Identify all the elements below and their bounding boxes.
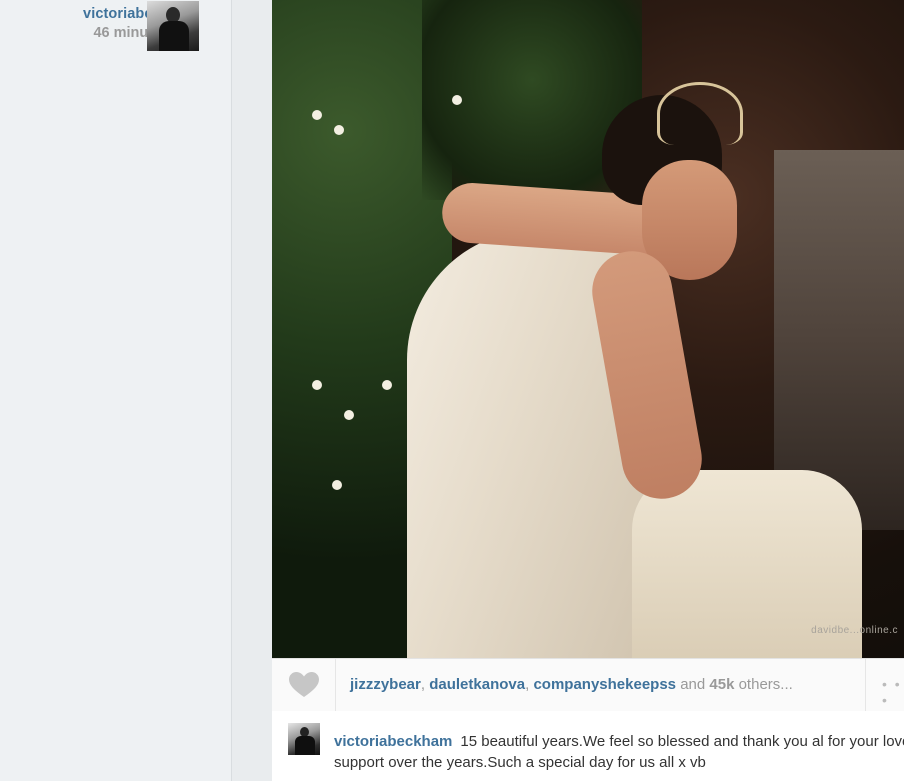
photo-flower — [332, 480, 342, 490]
liker-link[interactable]: companyshekeepss — [533, 676, 676, 693]
photo-watermark: davidbe...online.c — [811, 625, 898, 636]
liker-link[interactable]: dauletkanova — [429, 676, 525, 693]
likes-count[interactable]: 45k — [709, 676, 734, 693]
caption-row: victoriabeckham 15 beautiful years.We fee… — [272, 711, 904, 781]
liker-separator: , — [525, 676, 530, 693]
photo-flower — [334, 125, 344, 135]
likes-summary: jizzzybear, dauletkanova, companyshekeep… — [350, 676, 793, 693]
likes-bar: jizzzybear, dauletkanova, companyshekeep… — [272, 658, 904, 712]
photo-flower — [312, 380, 322, 390]
caption-avatar-body — [295, 736, 315, 755]
author-avatar[interactable] — [147, 1, 199, 51]
liker-separator: , — [420, 676, 426, 693]
liker-link[interactable]: jizzzybear — [350, 676, 421, 693]
post-photo[interactable]: davidbe...online.c — [272, 0, 904, 658]
likes-and-word: and — [680, 676, 706, 693]
photo-flower — [312, 110, 322, 120]
likes-divider-left — [335, 659, 336, 711]
likes-others-link[interactable]: others... — [739, 676, 793, 693]
likes-divider-right — [865, 659, 866, 711]
photo-flower — [382, 380, 392, 390]
avatar-figure-body — [159, 21, 189, 51]
caption-avatar[interactable] — [288, 723, 320, 755]
photo-flower — [452, 95, 462, 105]
left-column: victoriabeckham 46 minutes ago — [0, 0, 232, 781]
heart-icon[interactable] — [288, 671, 320, 699]
caption-username-link[interactable]: victoriabeckham — [334, 733, 452, 750]
photo-tiara — [657, 82, 743, 145]
photo-flower — [344, 410, 354, 420]
more-options-icon[interactable]: • • • — [882, 676, 904, 708]
caption-text: victoriabeckham 15 beautiful years.We fee… — [334, 731, 904, 773]
